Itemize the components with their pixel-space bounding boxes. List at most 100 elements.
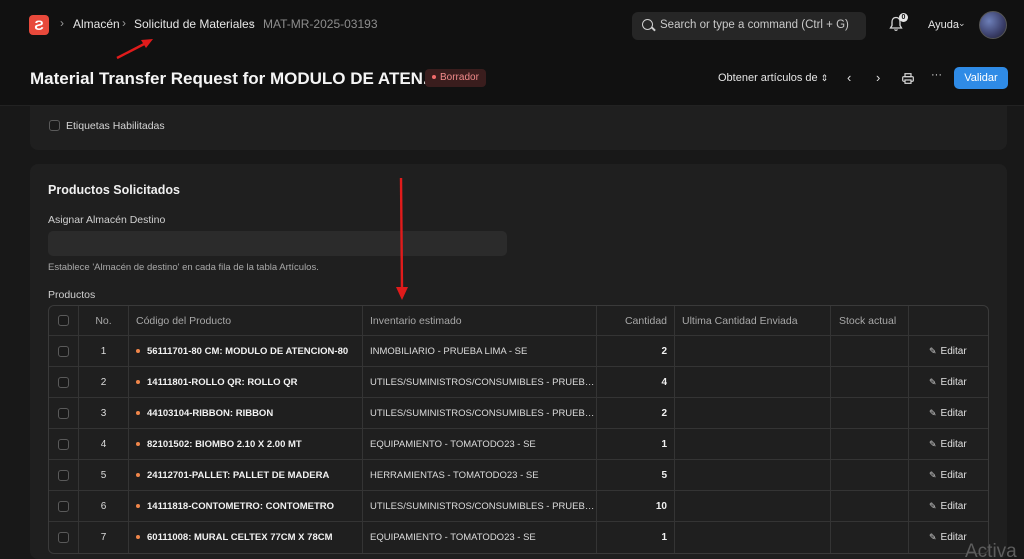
- last-sent-quantity[interactable]: [675, 491, 831, 521]
- target-warehouse-field[interactable]: [48, 231, 507, 256]
- table-row[interactable]: 7 60111008: MURAL CELTEX 77CM X 78CM EQUIP…: [49, 522, 988, 553]
- last-sent-quantity[interactable]: [675, 460, 831, 490]
- current-stock[interactable]: [831, 460, 909, 490]
- quantity[interactable]: 1: [597, 522, 675, 553]
- product-code-cell[interactable]: 44103104-RIBBON: RIBBON: [129, 398, 363, 428]
- row-checkbox-cell: [49, 429, 79, 459]
- quantity[interactable]: 4: [597, 367, 675, 397]
- edit-row-button[interactable]: ✎ Editar: [909, 367, 988, 397]
- select-all-checkbox[interactable]: [58, 315, 69, 326]
- edit-label: Editar: [940, 470, 967, 481]
- breadcrumb-item-almacen[interactable]: Almacén: [73, 17, 120, 31]
- pencil-icon: ✎: [929, 346, 937, 356]
- row-checkbox[interactable]: [58, 501, 69, 512]
- last-sent-quantity[interactable]: [675, 429, 831, 459]
- current-stock[interactable]: [831, 367, 909, 397]
- header-no[interactable]: No.: [79, 306, 129, 335]
- table-row[interactable]: 2 14111801-ROLLO QR: ROLLO QR UTILES/SUMIN…: [49, 367, 988, 398]
- edit-row-button[interactable]: ✎ Editar: [909, 429, 988, 459]
- current-stock[interactable]: [831, 398, 909, 428]
- next-icon[interactable]: ›: [876, 70, 880, 85]
- current-stock[interactable]: [831, 336, 909, 366]
- breadcrumb-item-document[interactable]: MAT-MR-2025-03193: [263, 17, 378, 31]
- help-menu[interactable]: Ayuda: [928, 19, 959, 31]
- product-code-cell[interactable]: 14111818-CONTOMETRO: CONTOMETRO: [129, 491, 363, 521]
- submit-button[interactable]: Validar: [954, 67, 1008, 89]
- item-dot-icon: [136, 473, 140, 478]
- current-stock[interactable]: [831, 491, 909, 521]
- breadcrumb-item-solicitud[interactable]: Solicitud de Materiales: [134, 17, 255, 31]
- row-checkbox[interactable]: [58, 439, 69, 450]
- search-bar[interactable]: Search or type a command (Ctrl + G): [632, 12, 866, 40]
- header-last-sent-quantity[interactable]: Ultima Cantidad Enviada: [675, 306, 831, 335]
- estimated-inventory[interactable]: INMOBILIARIO - PRUEBA LIMA - SE: [363, 336, 597, 366]
- row-number: 1: [79, 336, 129, 366]
- row-number: 5: [79, 460, 129, 490]
- enabled-labels-checkbox[interactable]: [49, 120, 60, 131]
- table-body: 1 56111701-80 CM: MODULO DE ATENCION-80 IN…: [49, 336, 988, 553]
- pencil-icon: ✎: [929, 377, 937, 387]
- estimated-inventory[interactable]: UTILES/SUMINISTROS/CONSUMIBLES - PRUEBA …: [363, 398, 597, 428]
- header-current-stock[interactable]: Stock actual: [831, 306, 909, 335]
- header-estimated-inventory[interactable]: Inventario estimado: [363, 306, 597, 335]
- row-checkbox-cell: [49, 336, 79, 366]
- edit-row-button[interactable]: ✎ Editar: [909, 460, 988, 490]
- last-sent-quantity[interactable]: [675, 522, 831, 553]
- page-title: Material Transfer Request for MODULO DE …: [30, 69, 438, 88]
- row-number: 7: [79, 522, 129, 553]
- quantity[interactable]: 10: [597, 491, 675, 521]
- last-sent-quantity[interactable]: [675, 367, 831, 397]
- target-warehouse-help: Establece 'Almacén de destino' en cada f…: [48, 262, 319, 273]
- estimated-inventory[interactable]: EQUIPAMIENTO - TOMATODO23 - SE: [363, 429, 597, 459]
- header-product-code[interactable]: Código del Producto: [129, 306, 363, 335]
- last-sent-quantity[interactable]: [675, 336, 831, 366]
- product-code-cell[interactable]: 14111801-ROLLO QR: ROLLO QR: [129, 367, 363, 397]
- product-code-cell[interactable]: 56111701-80 CM: MODULO DE ATENCION-80: [129, 336, 363, 366]
- estimated-inventory[interactable]: UTILES/SUMINISTROS/CONSUMIBLES - PRUEBA …: [363, 491, 597, 521]
- status-badge: Borrador: [425, 69, 486, 87]
- item-dot-icon: [136, 349, 140, 354]
- quantity[interactable]: 5: [597, 460, 675, 490]
- previous-icon[interactable]: ‹: [847, 70, 851, 85]
- chevron-down-icon[interactable]: ⌄: [958, 18, 966, 29]
- app-logo[interactable]: Ƨ: [29, 15, 49, 35]
- quantity[interactable]: 2: [597, 336, 675, 366]
- product-code-cell[interactable]: 60111008: MURAL CELTEX 77CM X 78CM: [129, 522, 363, 553]
- estimated-inventory[interactable]: HERRAMIENTAS - TOMATODO23 - SE: [363, 460, 597, 490]
- estimated-inventory[interactable]: UTILES/SUMINISTROS/CONSUMIBLES - PRUEBA …: [363, 367, 597, 397]
- estimated-inventory[interactable]: EQUIPAMIENTO - TOMATODO23 - SE: [363, 522, 597, 553]
- table-row[interactable]: 5 24112701-PALLET: PALLET DE MADERA HERRAM…: [49, 460, 988, 491]
- edit-row-button[interactable]: ✎ Editar: [909, 398, 988, 428]
- more-options-icon[interactable]: ···: [931, 69, 942, 81]
- table-row[interactable]: 6 14111818-CONTOMETRO: CONTOMETRO UTILES/S…: [49, 491, 988, 522]
- product-code: 56111701-80 CM: MODULO DE ATENCION-80: [147, 346, 349, 357]
- edit-label: Editar: [940, 439, 967, 450]
- last-sent-quantity[interactable]: [675, 398, 831, 428]
- current-stock[interactable]: [831, 522, 909, 553]
- table-header-row: No. Código del Producto Inventario estim…: [49, 306, 988, 336]
- row-checkbox[interactable]: [58, 346, 69, 357]
- edit-label: Editar: [940, 377, 967, 388]
- row-checkbox[interactable]: [58, 470, 69, 481]
- row-checkbox[interactable]: [58, 377, 69, 388]
- product-code-cell[interactable]: 24112701-PALLET: PALLET DE MADERA: [129, 460, 363, 490]
- row-checkbox[interactable]: [58, 408, 69, 419]
- avatar[interactable]: [979, 11, 1007, 39]
- get-items-dropdown[interactable]: Obtener artículos de ⇕: [718, 72, 828, 84]
- product-code-cell[interactable]: 82101502: BIOMBO 2.10 X 2.00 MT: [129, 429, 363, 459]
- print-icon[interactable]: [902, 72, 914, 87]
- header-quantity[interactable]: Cantidad: [597, 306, 675, 335]
- table-row[interactable]: 1 56111701-80 CM: MODULO DE ATENCION-80 IN…: [49, 336, 988, 367]
- quantity[interactable]: 2: [597, 398, 675, 428]
- search-input[interactable]: Search or type a command (Ctrl + G): [660, 19, 849, 31]
- current-stock[interactable]: [831, 429, 909, 459]
- edit-row-button[interactable]: ✎ Editar: [909, 336, 988, 366]
- quantity[interactable]: 1: [597, 429, 675, 459]
- row-checkbox-cell: [49, 398, 79, 428]
- table-row[interactable]: 4 82101502: BIOMBO 2.10 X 2.00 MT EQUIPAMI…: [49, 429, 988, 460]
- edit-row-button[interactable]: ✎ Editar: [909, 491, 988, 521]
- table-row[interactable]: 3 44103104-RIBBON: RIBBON UTILES/SUMINISTR…: [49, 398, 988, 429]
- row-checkbox-cell: [49, 367, 79, 397]
- row-checkbox[interactable]: [58, 532, 69, 543]
- section-title: Productos Solicitados: [48, 183, 180, 197]
